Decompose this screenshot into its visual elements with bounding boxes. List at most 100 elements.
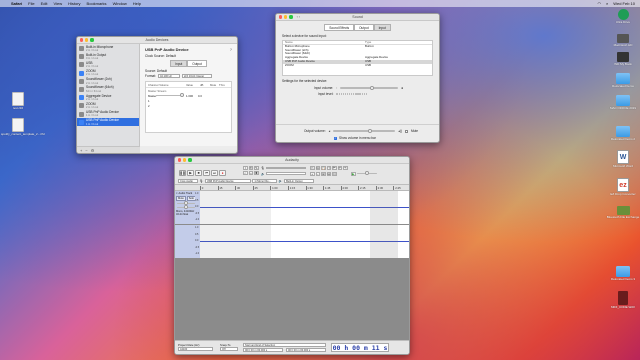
device-item[interactable]: Built-in Output 0 in / 2 out (77, 52, 139, 60)
tab-input[interactable]: Input (170, 60, 188, 67)
device-item[interactable]: Aggregate Device 2 in / 2 out (77, 93, 139, 101)
device-item[interactable]: USB 2 in / 0 out (77, 60, 139, 68)
volume-slider[interactable] (156, 93, 184, 98)
pan-slider[interactable] (177, 205, 195, 210)
device-item-selected[interactable]: USB PnP Audio Device 1 in / 0 out (77, 117, 139, 126)
record-meter[interactable] (265, 166, 306, 170)
back-forward-icon[interactable]: ‹ › (297, 15, 300, 19)
zoom-in-icon[interactable]: + (310, 171, 315, 176)
play-speed-slider[interactable] (356, 171, 377, 176)
desktop-folder-office[interactable]: MAC OFFICE 2019 (606, 95, 640, 111)
project-rate-select[interactable]: 44100 (178, 347, 213, 351)
undo-icon[interactable]: ↶ (337, 166, 342, 170)
zoom-toggle-icon[interactable]: ⊡ (332, 171, 337, 176)
source-value[interactable]: Default (157, 69, 167, 73)
selection-end-field[interactable]: 00 h 00 m 00.000 s (286, 348, 326, 352)
help-icon[interactable]: ? (230, 47, 232, 52)
fit-selection-icon[interactable]: ⊞ (321, 171, 326, 176)
desktop-drive-macintosh[interactable]: Macintosh HD (606, 34, 640, 48)
draw-tool-icon[interactable]: ✎ (254, 166, 259, 170)
mute-checkbox[interactable] (404, 129, 408, 133)
desktop-app-ez[interactable]: ez EZ Drop Converter (606, 178, 640, 197)
output-volume-slider[interactable] (333, 128, 396, 133)
format-rate-select[interactable]: 44,100 Hz (157, 74, 180, 78)
multi-tool-icon[interactable]: ✱ (254, 170, 259, 175)
zoom-out-icon[interactable]: − (315, 171, 320, 176)
remove-icon[interactable]: − (85, 148, 87, 153)
gear-icon[interactable]: ⚙ (91, 148, 95, 153)
stop-button[interactable]: ■ (195, 170, 202, 176)
tab-output[interactable]: Output (354, 24, 374, 31)
close-icon[interactable] (178, 158, 182, 162)
device-item[interactable]: Soundflower (2ch) 2 in / 2 out (77, 77, 139, 85)
menu-help[interactable]: Help (133, 1, 141, 6)
menu-history[interactable]: History (68, 1, 80, 6)
track-name[interactable]: Audio Track (179, 192, 193, 195)
table-row[interactable]: ZOOM USB (283, 63, 432, 68)
wifi-icon[interactable]: ◠ (598, 1, 602, 6)
minimize-icon[interactable] (183, 158, 187, 162)
snap-to-select[interactable]: Off (220, 347, 238, 351)
selection-mode-select[interactable]: Start and End of Selection (243, 342, 326, 347)
timeshift-tool-icon[interactable]: ↔ (248, 170, 253, 175)
cut-icon[interactable]: ✂ (310, 166, 315, 170)
format-channels-select[interactable]: 2ch 16-bit Integer (181, 74, 212, 78)
close-icon[interactable] (80, 38, 84, 42)
skip-end-button[interactable]: ⏭ (211, 170, 218, 176)
desktop-folder-relocated-3[interactable]: Relocated Items 3 (606, 266, 640, 282)
menu-file[interactable]: File (28, 1, 34, 6)
recording-device-select[interactable]: USB PnP Audio Device (204, 178, 251, 183)
desktop-folder-relocated-2[interactable]: Relocated Items 2 (606, 126, 640, 142)
device-item[interactable]: ZOOM 2 in / 2 out (77, 69, 139, 77)
minimize-icon[interactable] (284, 15, 288, 19)
menu-view[interactable]: View (53, 1, 62, 6)
fit-project-icon[interactable]: ⊟ (326, 171, 331, 176)
tab-sound-effects[interactable]: Sound Effects (324, 24, 355, 31)
zoom-icon[interactable] (289, 15, 293, 19)
show-volume-checkbox[interactable]: ✓ (334, 136, 337, 140)
menu-edit[interactable]: Edit (41, 1, 48, 6)
tab-input[interactable]: Input (373, 24, 391, 31)
pause-button[interactable]: ❚❚ (179, 170, 186, 176)
menu-app-name[interactable]: Safari (11, 1, 22, 6)
copy-icon[interactable]: ⧉ (315, 166, 320, 170)
column-type[interactable]: Type (365, 40, 430, 44)
zoom-tool-icon[interactable]: ⌕ (243, 170, 248, 175)
desktop-folder-relocated[interactable]: Relocated Items (606, 73, 640, 89)
paste-icon[interactable]: 📋 (321, 166, 326, 170)
record-button[interactable]: ● (219, 170, 226, 176)
menu-bookmarks[interactable]: Bookmarks (87, 1, 107, 6)
desktop-drive-ultra[interactable]: Ultra Drive (606, 9, 640, 25)
redo-icon[interactable]: ↷ (343, 166, 348, 170)
add-icon[interactable]: + (80, 148, 82, 153)
device-item[interactable]: Built-in Microphone 2 in / 0 out (77, 44, 139, 52)
desktop-file-spotify[interactable]: spotify_content_template_2...rtfd (1, 118, 45, 137)
minimize-icon[interactable] (85, 38, 89, 42)
zoom-icon[interactable] (90, 38, 94, 42)
tab-output[interactable]: Output (187, 60, 207, 67)
menu-clock[interactable]: Wed Feb 10 (613, 1, 635, 6)
clock-source-value[interactable]: Default (166, 54, 176, 58)
desktop-app-word[interactable]: W Microsoft Word (606, 150, 640, 169)
device-item[interactable]: USB PnP Audio Device 1 in / 0 out (77, 110, 139, 118)
device-item[interactable]: ZOOM 2 in / 2 out (77, 101, 139, 109)
close-track-icon[interactable]: × (176, 192, 178, 195)
recording-channels-select[interactable]: 1 (Mono) Re... (252, 178, 278, 183)
selection-start-field[interactable]: 00 h 00 m 00.000 s (243, 348, 283, 352)
selection-tool-icon[interactable]: I (243, 166, 248, 170)
desktop-drive-wd[interactable]: WD My Book (606, 52, 640, 67)
desktop-file-text[interactable]: text.rtfd (1, 92, 35, 111)
envelope-tool-icon[interactable]: ✳ (248, 166, 253, 170)
desktop-file-midi[interactable]: MIDI_CODE.WAV (606, 291, 640, 310)
close-icon[interactable] (279, 15, 283, 19)
audio-position-display[interactable]: 00 h 00 m 11 s (331, 343, 389, 352)
menu-window[interactable]: Window (113, 1, 127, 6)
audio-host-select[interactable]: Core Audio (178, 178, 198, 183)
trim-icon[interactable]: ⊣ (326, 166, 331, 170)
search-icon[interactable]: ⌕ (606, 1, 608, 6)
input-volume-slider[interactable] (340, 85, 399, 90)
play-button[interactable]: ▶ (187, 170, 194, 176)
desktop-app-bluetooth[interactable]: Bluetooth File Exchange (606, 206, 640, 220)
skip-start-button[interactable]: ⏮ (203, 170, 210, 176)
playback-device-select[interactable]: Built-in Output (284, 178, 315, 183)
